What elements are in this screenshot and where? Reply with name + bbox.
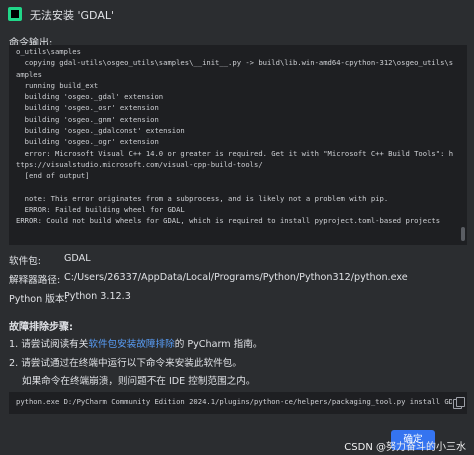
package-label: 软件包: [9,256,42,267]
interpreter-value: C:/Users/26337/AppData/Local/Programs/Py… [64,272,408,283]
console-line: amples [16,69,42,79]
title-bar: 无法安装 'GDAL' [0,0,474,28]
console-line: ERROR: Could not build wheels for GDAL, … [16,216,441,226]
console-line: building 'osgeo._gdalconst' extension [16,126,185,136]
console-text: o_utils\samples copying gdal-utils\osgeo… [16,46,456,227]
step1-prefix: 1. 请尝试阅读有关 [9,339,89,350]
troubleshooting-step-2-note: 如果命令在终端崩溃，则问题不在 IDE 控制范围之内。 [22,376,256,387]
console-line: ttps://visualstudio.microsoft.com/visual… [16,159,263,169]
console-line: building 'osgeo._gnm' extension [16,114,159,124]
console-line: building 'osgeo._ogr' extension [16,137,159,147]
console-line: copying gdal-utils\osgeo_utils\samples\_… [16,58,454,68]
console-line: ERROR: Failed building wheel for GDAL [16,205,185,215]
console-line: note: This error originates from a subpr… [16,193,389,203]
install-command-text[interactable]: python.exe D:/PyCharm Community Edition … [16,397,452,406]
console-line: building 'osgeo._gdal' extension [16,92,164,102]
interpreter-label: 解释器路径: [9,275,61,286]
copy-icon[interactable] [453,397,465,409]
watermark: CSDN @努力奋斗的小三水 [344,442,466,453]
console-line: running build_ext [16,80,99,90]
package-value: GDAL [64,253,91,264]
step1-suffix: 的 PyCharm 指南。 [174,339,263,350]
command-output-console[interactable]: o_utils\samples copying gdal-utils\osgeo… [9,45,467,245]
python-version-label: Python 版本: [9,294,68,305]
install-command-box[interactable]: python.exe D:/PyCharm Community Edition … [9,392,467,414]
troubleshooting-title: 故障排除步骤: [9,322,73,333]
troubleshooting-step-1: 1. 请尝试阅读有关软件包安装故障排除的 PyCharm 指南。 [9,336,262,350]
console-line: error: Microsoft Visual C++ 14.0 or grea… [16,148,454,158]
troubleshooting-step-2: 2. 请尝试通过在终端中运行以下命令来安装此软件包。 [9,358,242,369]
console-line: building 'osgeo._osr' extension [16,103,159,113]
console-line: [end of output] [16,171,90,181]
python-version-value: Python 3.12.3 [64,291,131,302]
pycharm-icon [8,7,22,21]
window-title: 无法安装 'GDAL' [30,9,114,22]
troubleshooting-guide-link[interactable]: 软件包安装故障排除 [88,339,174,350]
console-scrollbar[interactable] [461,227,465,241]
console-line: o_utils\samples [16,47,81,56]
